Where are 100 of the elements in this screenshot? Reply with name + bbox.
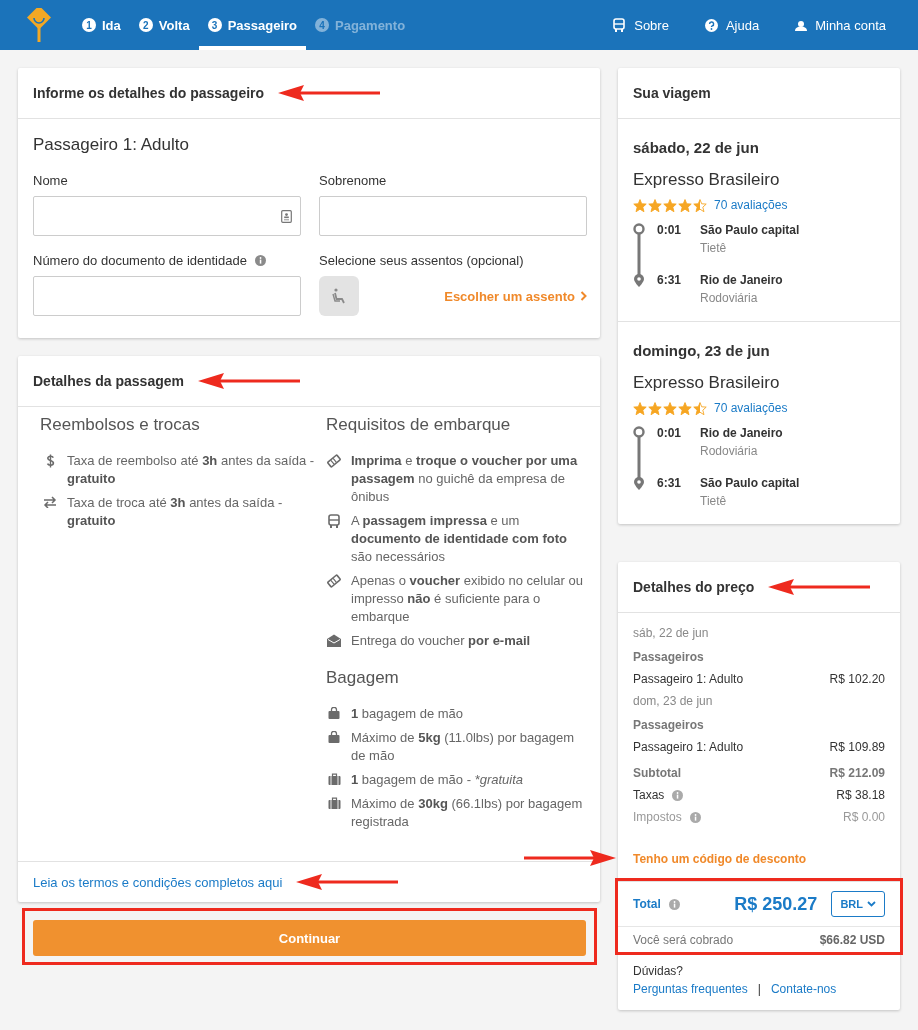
info-icon [689,811,701,823]
star-icon [693,401,707,415]
chevron-right-icon [580,291,587,301]
star-icon [633,198,647,212]
seat-button[interactable] [319,276,359,316]
info-text: Apenas o voucher exibido no celular ou impresso não é suficiente para o embarque [351,572,584,626]
help-icon [704,18,718,32]
info-icon [668,898,680,910]
faq-link[interactable]: Perguntas frequentes [633,980,748,998]
reviews-link[interactable]: 70 avaliações [714,401,788,415]
user-icon [795,19,808,31]
summary-label: Subtotal [633,765,681,782]
suitcase-icon [327,773,341,785]
nav-link[interactable]: Sobre [594,17,687,33]
info-text: Taxa de troca até 3h antes da saída - gratuito [67,494,284,530]
help-question: Dúvidas? [633,963,685,980]
trip-date: sábado, 22 de jun [633,139,760,156]
summary-label: Impostos [633,809,682,826]
summary-label: Taxas [633,787,665,804]
stop-time: 6:31 [657,272,683,289]
info-icon [254,255,266,266]
info-text: 1 bagagem de mão [351,705,464,723]
currency-dropdown[interactable]: BRL [831,891,885,917]
contact-link[interactable]: Contate-nos [770,980,837,998]
nav-link[interactable]: Ajuda [686,17,778,33]
price-date: dom, 23 de jun [633,693,714,710]
step-tab[interactable]: 3 Passageiro [198,0,306,50]
step-number: 1 [82,18,96,32]
nav-link[interactable]: Minha conta [777,17,904,33]
bag-icon [328,707,340,719]
contact-card-icon [281,209,292,223]
seat-icon [332,288,346,304]
input-field[interactable] [319,196,587,236]
ticket-icon [327,574,341,588]
section-heading: Requisitos de embarque [326,415,512,435]
star-icon [648,401,662,415]
step-tab[interactable]: 2 Volta [129,0,199,50]
charged-amount: $66.82 USD [819,932,885,947]
card-title: Informe os detalhes do passageiro [33,85,265,101]
star-icon [648,198,662,212]
stop-city: Rio de Janeiro [700,272,784,289]
discount-link[interactable]: Tenho um código de desconto [633,848,885,870]
summary-amount: R$ 38.18 [836,787,885,804]
summary-amount: R$ 212.09 [829,765,885,782]
passenger-title: Passageiro 1: Adulto [33,135,190,155]
ticket-icon [327,454,341,468]
signpost-logo[interactable] [27,8,51,42]
terms-link[interactable]: Leia os termos e condições completos aqui [33,874,283,890]
total-amount: R$ 250.27 [734,893,818,915]
bus-company: Expresso Brasileiro [633,170,781,190]
stop-city: Rio de Janeiro [700,425,784,442]
route-line-drawing [633,426,645,492]
suitcase-icon [327,797,341,809]
charged-label: Você será cobrado [633,932,734,947]
card-title: Detalhes do preço [633,579,755,595]
stop-city: São Paulo capital [700,222,800,239]
field-label: Sobrenome [319,173,387,188]
field-label: Nome [33,173,68,188]
star-icon [663,198,677,212]
total-label: Total [633,897,661,911]
swap-arrows-icon [43,496,57,508]
bag-icon [328,731,340,743]
price-date: sáb, 22 de jun [633,625,710,642]
info-text: A passagem impressa e um documento de identidade com foto são necessários [351,512,568,566]
line-amount: R$ 102.20 [829,671,885,688]
info-text: Taxa de reembolso até 3h antes da saída - gratuito [67,452,316,488]
stop-station: Rodoviária [700,443,759,460]
step-number: 2 [138,18,153,32]
bus-icon [327,514,341,528]
summary-amount: R$ 0.00 [842,809,885,826]
trip-date: domingo, 23 de jun [633,342,771,359]
stop-station: Tietê [700,240,728,257]
field-label: Selecione seus assentos (opcional) [319,253,524,268]
route-line-drawing [633,223,645,289]
link-separator: | [757,981,761,998]
section-heading: Reembolsos e trocas [40,415,201,435]
envelope-icon [327,634,341,647]
choose-seat-link[interactable]: Escolher um assento [444,288,587,304]
info-text: Máximo de 5kg (11.0lbs) por bagagem de mão [351,729,576,765]
info-text: Máximo de 30kg (66.1lbs) por bagagem registrada [351,795,584,831]
stop-time: 0:01 [657,222,683,239]
continue-button[interactable]: Continuar [33,920,586,956]
reviews-link[interactable]: 70 avaliações [714,198,788,212]
info-text: 1 bagagem de mão - *gratuita [351,771,523,789]
section-heading: Bagagem [326,668,400,688]
input-field[interactable] [33,196,301,236]
star-icon [678,198,692,212]
chevron-down-icon [867,901,876,907]
stop-station: Rodoviária [700,290,759,307]
step-tab[interactable]: 1 Ida [73,0,130,50]
info-text: Entrega do voucher por e-mail [351,632,531,650]
info-text: Imprima e troque o voucher por uma passagem no guichê da empresa de ônibus [351,452,579,506]
star-icon [693,198,707,212]
bus-company: Expresso Brasileiro [633,373,781,393]
star-icon [678,401,692,415]
line-label: Passageiro 1: Adulto [633,739,744,756]
input-field[interactable] [33,276,301,316]
bus-icon [612,18,627,32]
card-title: Sua viagem [633,85,711,101]
step-number: 4 [315,18,329,32]
